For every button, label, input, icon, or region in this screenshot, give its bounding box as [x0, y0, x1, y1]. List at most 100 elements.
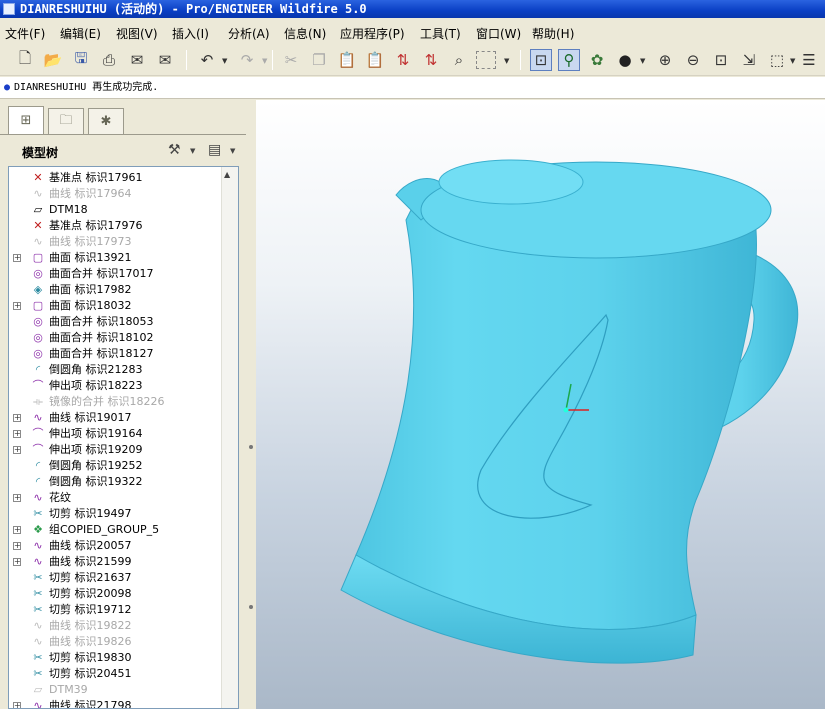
menu-help[interactable]: 帮助(H) [532, 25, 574, 42]
tree-item[interactable]: + ▢ 曲面 标识18032 [9, 298, 221, 314]
saved-views-dropdown-icon[interactable]: ▼ [790, 57, 795, 65]
regen-manager-icon[interactable]: ⇅ [420, 49, 442, 71]
tree-item[interactable]: ▱ DTM39 [9, 682, 221, 698]
tree-item[interactable]: ✂ 切剪 标识20098 [9, 586, 221, 602]
find-icon[interactable]: ⌕ [448, 49, 470, 71]
panel-sash[interactable] [246, 100, 256, 709]
tree-scrollbar[interactable]: ▲ [221, 167, 238, 708]
email-attach-icon[interactable]: ✉ [154, 49, 176, 71]
tree-item[interactable]: ◜ 倒圆角 标识21283 [9, 362, 221, 378]
shading-icon[interactable]: ● [614, 49, 636, 71]
menu-file[interactable]: 文件(F) [5, 25, 45, 42]
tree-settings-dropdown-icon[interactable]: ▼ [190, 147, 195, 155]
select-dropdown-icon[interactable]: ▼ [504, 57, 509, 65]
tree-item[interactable]: + ⌒ 伸出项 标识19209 [9, 442, 221, 458]
expand-toggle-icon[interactable]: + [13, 542, 21, 550]
datum-display-icon[interactable]: ⚲ [558, 49, 580, 71]
zoom-out-icon[interactable]: ⊖ [682, 49, 704, 71]
cut-icon[interactable]: ✂ [280, 49, 302, 71]
menu-edit[interactable]: 编辑(E) [60, 25, 101, 42]
tree-item[interactable]: ◎ 曲面合并 标识18127 [9, 346, 221, 362]
print-icon[interactable]: ⎙ [98, 49, 120, 71]
tab-folder-browser[interactable]: 🗀 [48, 108, 84, 134]
saved-views-icon[interactable]: ⬚ [766, 49, 788, 71]
undo-icon[interactable]: ↶ [196, 49, 218, 71]
tree-item[interactable]: ✂ 切剪 标识19497 [9, 506, 221, 522]
tree-columns-icon[interactable]: ▤ [208, 142, 221, 158]
tree-item[interactable]: ▱ DTM18 [9, 202, 221, 218]
layers-icon[interactable]: ☰ [798, 49, 820, 71]
tree-item[interactable]: ✂ 切剪 标识21637 [9, 570, 221, 586]
regenerate-icon[interactable]: ⇅ [392, 49, 414, 71]
tree-item[interactable]: + ∿ 曲线 标识19017 [9, 410, 221, 426]
tree-item[interactable]: + ▢ 曲面 标识13921 [9, 250, 221, 266]
redo-icon[interactable]: ↷ [236, 49, 258, 71]
tree-item[interactable]: + ∿ 曲线 标识21599 [9, 554, 221, 570]
expand-toggle-icon[interactable]: + [13, 254, 21, 262]
paste-icon[interactable]: 📋 [336, 49, 358, 71]
new-file-icon[interactable]: 🗋 [14, 49, 36, 71]
tree-item[interactable]: + ⌒ 伸出项 标识19164 [9, 426, 221, 442]
tab-favorites[interactable]: ✱ [88, 108, 124, 134]
tree-item[interactable]: ⟛ 镜像的合并 标识18226 [9, 394, 221, 410]
expand-toggle-icon[interactable]: + [13, 446, 21, 454]
tree-settings-icon[interactable]: ⚒ [168, 142, 181, 158]
kettle-model[interactable] [256, 100, 825, 709]
spin-center-icon[interactable]: ⊡ [530, 49, 552, 71]
select-box-icon[interactable] [476, 51, 496, 69]
tree-item[interactable]: ✕ 基准点 标识17961 [9, 170, 221, 186]
menu-insert[interactable]: 插入(I) [172, 25, 209, 42]
tree-item[interactable]: ◎ 曲面合并 标识18102 [9, 330, 221, 346]
refit-icon[interactable]: ⊡ [710, 49, 732, 71]
expand-toggle-icon[interactable]: + [13, 302, 21, 310]
expand-toggle-icon[interactable]: + [13, 558, 21, 566]
tree-item[interactable]: ∿ 曲线 标识17973 [9, 234, 221, 250]
menu-info[interactable]: 信息(N) [284, 25, 326, 42]
orient-icon[interactable]: ⇲ [738, 49, 760, 71]
menu-window[interactable]: 窗口(W) [476, 25, 521, 42]
menu-view[interactable]: 视图(V) [116, 25, 158, 42]
view-orient-icon[interactable]: ✿ [586, 49, 608, 71]
tree-item[interactable]: ∿ 曲线 标识19822 [9, 618, 221, 634]
graphics-window[interactable] [256, 100, 825, 709]
curve-icon: ∿ [33, 539, 43, 552]
tree-item[interactable]: ⌒ 伸出项 标识18223 [9, 378, 221, 394]
tree-item[interactable]: ◎ 曲面合并 标识17017 [9, 266, 221, 282]
save-icon[interactable]: 🖫 [70, 49, 92, 71]
tree-item[interactable]: ∿ 曲线 标识17964 [9, 186, 221, 202]
paste-special-icon[interactable]: 📋 [364, 49, 386, 71]
tree-item[interactable]: + ∿ 花纹 [9, 490, 221, 506]
tree-item[interactable]: + ∿ 曲线 标识21798 [9, 698, 221, 708]
zoom-in-icon[interactable]: ⊕ [654, 49, 676, 71]
redo-dropdown-icon[interactable]: ▼ [262, 57, 267, 65]
email-icon[interactable]: ✉ [126, 49, 148, 71]
tree-item[interactable]: ✂ 切剪 标识20451 [9, 666, 221, 682]
expand-toggle-icon[interactable]: + [13, 430, 21, 438]
tree-item[interactable]: + ∿ 曲线 标识20057 [9, 538, 221, 554]
copy-icon[interactable]: ❐ [308, 49, 330, 71]
tree-columns-dropdown-icon[interactable]: ▼ [230, 147, 235, 155]
model-tree[interactable]: ✕ 基准点 标识17961 ∿ 曲线 标识17964 ▱ DTM18 ✕ 基准点 标识1797… [8, 166, 239, 709]
open-icon[interactable]: 📂 [42, 49, 64, 71]
menu-analysis[interactable]: 分析(A) [228, 25, 270, 42]
tree-item[interactable]: ◎ 曲面合并 标识18053 [9, 314, 221, 330]
tree-item[interactable]: ✂ 切剪 标识19830 [9, 650, 221, 666]
shading-dropdown-icon[interactable]: ▼ [640, 57, 645, 65]
tree-item[interactable]: ✂ 切剪 标识19712 [9, 602, 221, 618]
menu-tools[interactable]: 工具(T) [420, 25, 461, 42]
scroll-up-icon[interactable]: ▲ [224, 170, 230, 179]
menu-applications[interactable]: 应用程序(P) [340, 25, 405, 42]
expand-toggle-icon[interactable]: + [13, 494, 21, 502]
expand-toggle-icon[interactable]: + [13, 526, 21, 534]
tree-item[interactable]: ◈ 曲面 标识17982 [9, 282, 221, 298]
expand-toggle-icon[interactable]: + [13, 414, 21, 422]
tree-item[interactable]: ∿ 曲线 标识19826 [9, 634, 221, 650]
expand-toggle-icon[interactable]: + [13, 702, 21, 708]
tree-item[interactable]: ◜ 倒圆角 标识19322 [9, 474, 221, 490]
tree-item[interactable]: ✕ 基准点 标识17976 [9, 218, 221, 234]
protrusion-icon: ⌒ [32, 443, 44, 456]
tree-item[interactable]: ◜ 倒圆角 标识19252 [9, 458, 221, 474]
tree-item[interactable]: + ❖ 组COPIED_GROUP_5 [9, 522, 221, 538]
tab-model-tree[interactable]: ⊞ [8, 106, 44, 134]
undo-dropdown-icon[interactable]: ▼ [222, 57, 227, 65]
